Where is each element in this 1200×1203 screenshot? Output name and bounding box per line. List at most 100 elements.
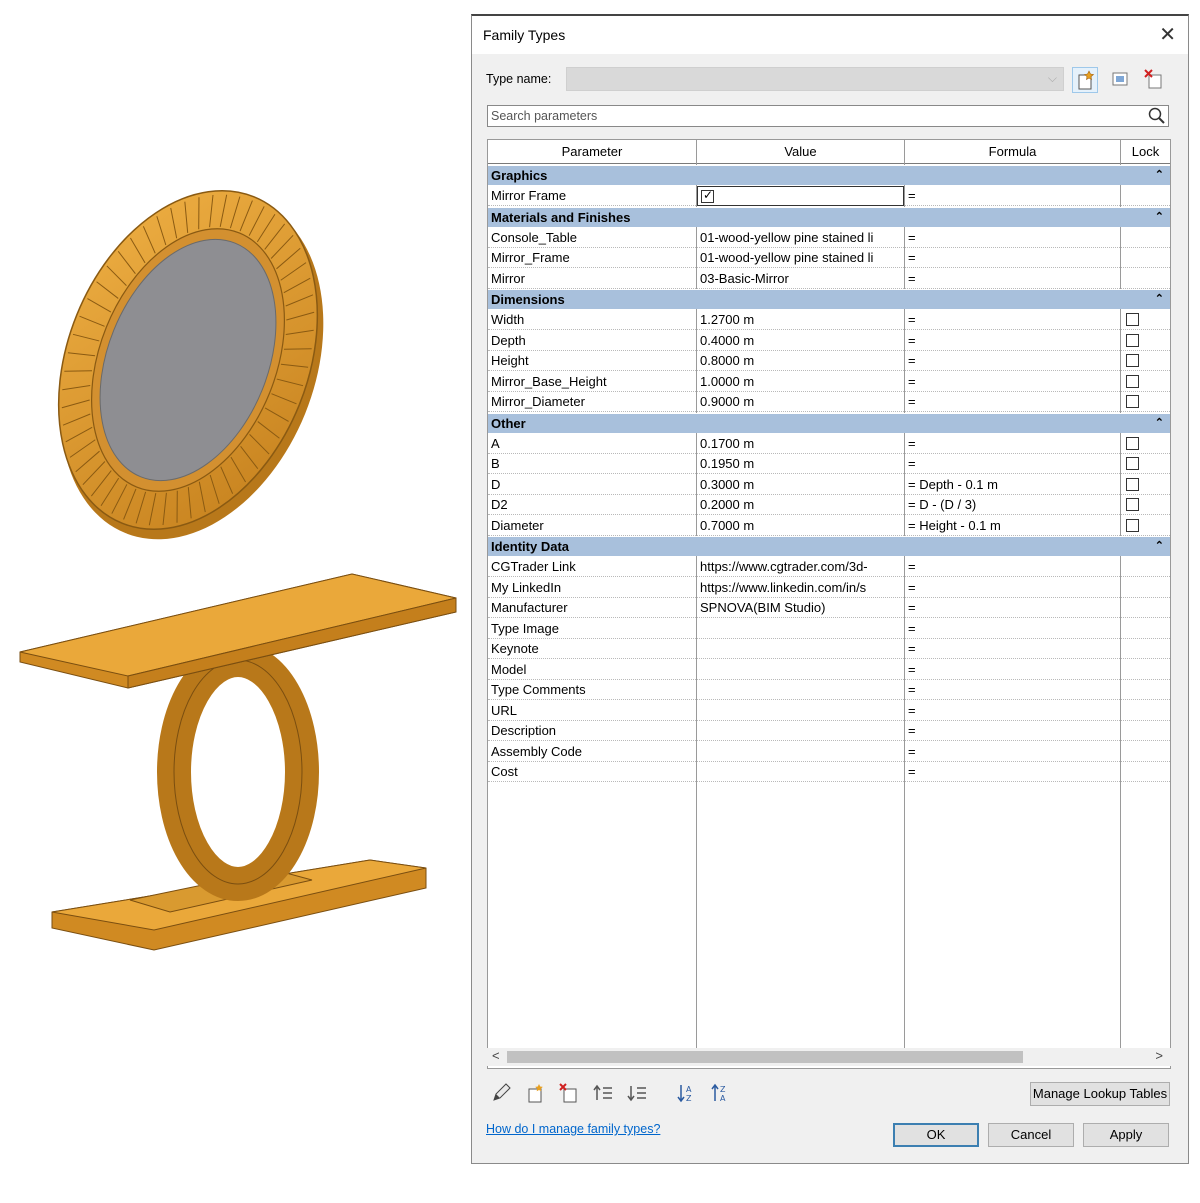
parameter-formula[interactable]: = bbox=[905, 228, 1120, 248]
parameter-row[interactable]: Model = bbox=[488, 660, 1170, 681]
horizontal-scrollbar[interactable]: < > bbox=[487, 1048, 1171, 1066]
parameter-value[interactable]: 0.9000 m bbox=[697, 392, 904, 412]
delete-parameter-icon[interactable] bbox=[558, 1082, 580, 1104]
group-header-graphics[interactable]: Graphics ⌃ bbox=[488, 165, 1170, 185]
collapse-icon[interactable]: ⌃ bbox=[1155, 208, 1164, 227]
parameter-value[interactable]: 0.1700 m bbox=[697, 434, 904, 454]
parameter-name[interactable]: Manufacturer bbox=[488, 598, 696, 618]
group-header-materials-and-finishes[interactable]: Materials and Finishes ⌃ bbox=[488, 206, 1170, 227]
manage-lookup-tables-button[interactable]: Manage Lookup Tables bbox=[1030, 1082, 1170, 1106]
parameter-row[interactable]: Depth 0.4000 m = bbox=[488, 331, 1170, 352]
parameter-formula[interactable]: = bbox=[905, 351, 1120, 371]
parameter-formula[interactable]: = bbox=[905, 557, 1120, 577]
parameter-row[interactable]: Diameter 0.7000 m = Height - 0.1 m bbox=[488, 516, 1170, 537]
scrollbar-thumb[interactable] bbox=[507, 1051, 1023, 1063]
parameter-formula[interactable]: = bbox=[905, 680, 1120, 700]
lock-checkbox[interactable] bbox=[1126, 518, 1139, 532]
value-cell-editor[interactable] bbox=[697, 186, 904, 206]
parameter-value[interactable]: 0.7000 m bbox=[697, 516, 904, 536]
parameter-formula[interactable]: = bbox=[905, 331, 1120, 351]
group-header-other[interactable]: Other ⌃ bbox=[488, 412, 1170, 433]
parameter-value[interactable]: https://www.cgtrader.com/3d- bbox=[697, 557, 904, 577]
lock-checkbox[interactable] bbox=[1126, 457, 1139, 470]
parameter-formula[interactable]: = Depth - 0.1 m bbox=[905, 475, 1120, 495]
parameter-formula[interactable]: = Height - 0.1 m bbox=[905, 516, 1120, 536]
group-header-dimensions[interactable]: Dimensions ⌃ bbox=[488, 289, 1170, 309]
lock-checkbox[interactable] bbox=[1126, 498, 1139, 511]
parameter-row[interactable]: A 0.1700 m = bbox=[488, 434, 1170, 455]
parameter-name[interactable]: Mirror_Base_Height bbox=[488, 372, 696, 392]
parameter-value[interactable]: 0.1950 m bbox=[697, 454, 904, 474]
cancel-button[interactable]: Cancel bbox=[988, 1123, 1074, 1147]
parameter-formula[interactable]: = bbox=[905, 721, 1120, 741]
new-type-button[interactable] bbox=[1072, 67, 1098, 93]
scroll-left-icon[interactable]: < bbox=[492, 1048, 500, 1063]
close-icon[interactable]: ✕ bbox=[1159, 22, 1176, 47]
parameter-name[interactable]: CGTrader Link bbox=[488, 557, 696, 577]
parameter-formula[interactable]: = bbox=[905, 619, 1120, 639]
parameter-name[interactable]: Depth bbox=[488, 331, 696, 351]
scroll-right-icon[interactable]: > bbox=[1155, 1048, 1163, 1063]
new-parameter-icon[interactable] bbox=[524, 1082, 546, 1104]
column-header-parameter[interactable]: Parameter bbox=[488, 140, 696, 164]
parameter-value[interactable]: 0.3000 m bbox=[697, 475, 904, 495]
parameter-formula[interactable]: = D - (D / 3) bbox=[905, 495, 1120, 515]
parameter-row[interactable]: Width 1.2700 m = bbox=[488, 310, 1170, 331]
parameter-row[interactable]: D 0.3000 m = Depth - 0.1 m bbox=[488, 475, 1170, 496]
parameter-formula[interactable]: = bbox=[905, 392, 1120, 412]
parameter-formula[interactable]: = bbox=[905, 598, 1120, 618]
parameter-name[interactable]: D2 bbox=[488, 495, 696, 515]
parameter-value[interactable] bbox=[697, 762, 904, 782]
parameter-value[interactable]: 0.4000 m bbox=[697, 331, 904, 351]
search-icon[interactable] bbox=[1148, 107, 1166, 128]
parameter-name[interactable]: Cost bbox=[488, 762, 696, 782]
parameter-row[interactable]: Manufacturer SPNOVA(BIM Studio) = bbox=[488, 598, 1170, 619]
parameter-name[interactable]: A bbox=[488, 434, 696, 454]
parameter-formula[interactable]: = bbox=[905, 578, 1120, 598]
collapse-icon[interactable]: ⌃ bbox=[1155, 414, 1164, 433]
parameter-name[interactable]: Keynote bbox=[488, 639, 696, 659]
parameter-row[interactable]: URL = bbox=[488, 701, 1170, 722]
parameter-row[interactable]: Type Image = bbox=[488, 619, 1170, 640]
parameter-row[interactable]: Mirror_Diameter 0.9000 m = bbox=[488, 392, 1170, 413]
parameter-value[interactable] bbox=[697, 701, 904, 721]
column-header-value[interactable]: Value bbox=[697, 140, 904, 164]
parameter-name[interactable]: Height bbox=[488, 351, 696, 371]
parameter-value[interactable] bbox=[697, 660, 904, 680]
parameter-formula[interactable]: = bbox=[905, 660, 1120, 680]
move-down-icon[interactable] bbox=[626, 1082, 648, 1104]
parameter-row[interactable]: Console_Table 01-wood-yellow pine stained… bbox=[488, 228, 1170, 249]
search-parameters-input[interactable]: Search parameters bbox=[487, 105, 1169, 127]
help-link[interactable]: How do I manage family types? bbox=[486, 1122, 660, 1136]
parameter-row[interactable]: D2 0.2000 m = D - (D / 3) bbox=[488, 495, 1170, 516]
parameter-row[interactable]: My LinkedIn https://www.linkedin.com/in/s… bbox=[488, 578, 1170, 599]
delete-type-button[interactable] bbox=[1142, 67, 1168, 93]
column-header-lock[interactable]: Lock bbox=[1121, 140, 1170, 164]
parameter-formula[interactable]: = bbox=[905, 269, 1120, 289]
parameter-row[interactable]: Description = bbox=[488, 721, 1170, 742]
lock-checkbox[interactable] bbox=[1126, 436, 1139, 450]
parameter-value[interactable]: https://www.linkedin.com/in/s bbox=[697, 578, 904, 598]
parameter-row[interactable]: Cost = bbox=[488, 762, 1170, 783]
parameter-name[interactable]: Mirror_Frame bbox=[488, 248, 696, 268]
parameter-formula[interactable]: = bbox=[905, 762, 1120, 782]
collapse-icon[interactable]: ⌃ bbox=[1155, 290, 1164, 309]
parameter-name[interactable]: Diameter bbox=[488, 516, 696, 536]
parameter-value[interactable] bbox=[697, 721, 904, 741]
parameter-formula[interactable]: = bbox=[905, 434, 1120, 454]
parameter-formula[interactable]: = bbox=[905, 310, 1120, 330]
parameter-value[interactable]: 03-Basic-Mirror bbox=[697, 269, 904, 289]
parameter-row[interactable]: Height 0.8000 m = bbox=[488, 351, 1170, 372]
parameter-value[interactable]: 0.2000 m bbox=[697, 495, 904, 515]
parameter-formula[interactable]: = bbox=[905, 454, 1120, 474]
move-up-icon[interactable] bbox=[592, 1082, 614, 1104]
parameter-value[interactable]: SPNOVA(BIM Studio) bbox=[697, 598, 904, 618]
parameter-name[interactable]: Mirror bbox=[488, 269, 696, 289]
parameter-value[interactable]: 01-wood-yellow pine stained li bbox=[697, 248, 904, 268]
parameter-row[interactable]: Mirror_Frame 01-wood-yellow pine stained … bbox=[488, 248, 1170, 269]
lock-checkbox[interactable] bbox=[1126, 313, 1139, 326]
parameter-name[interactable]: My LinkedIn bbox=[488, 578, 696, 598]
parameter-value[interactable]: 01-wood-yellow pine stained li bbox=[697, 228, 904, 248]
parameter-name[interactable]: URL bbox=[488, 701, 696, 721]
parameter-value[interactable] bbox=[697, 619, 904, 639]
